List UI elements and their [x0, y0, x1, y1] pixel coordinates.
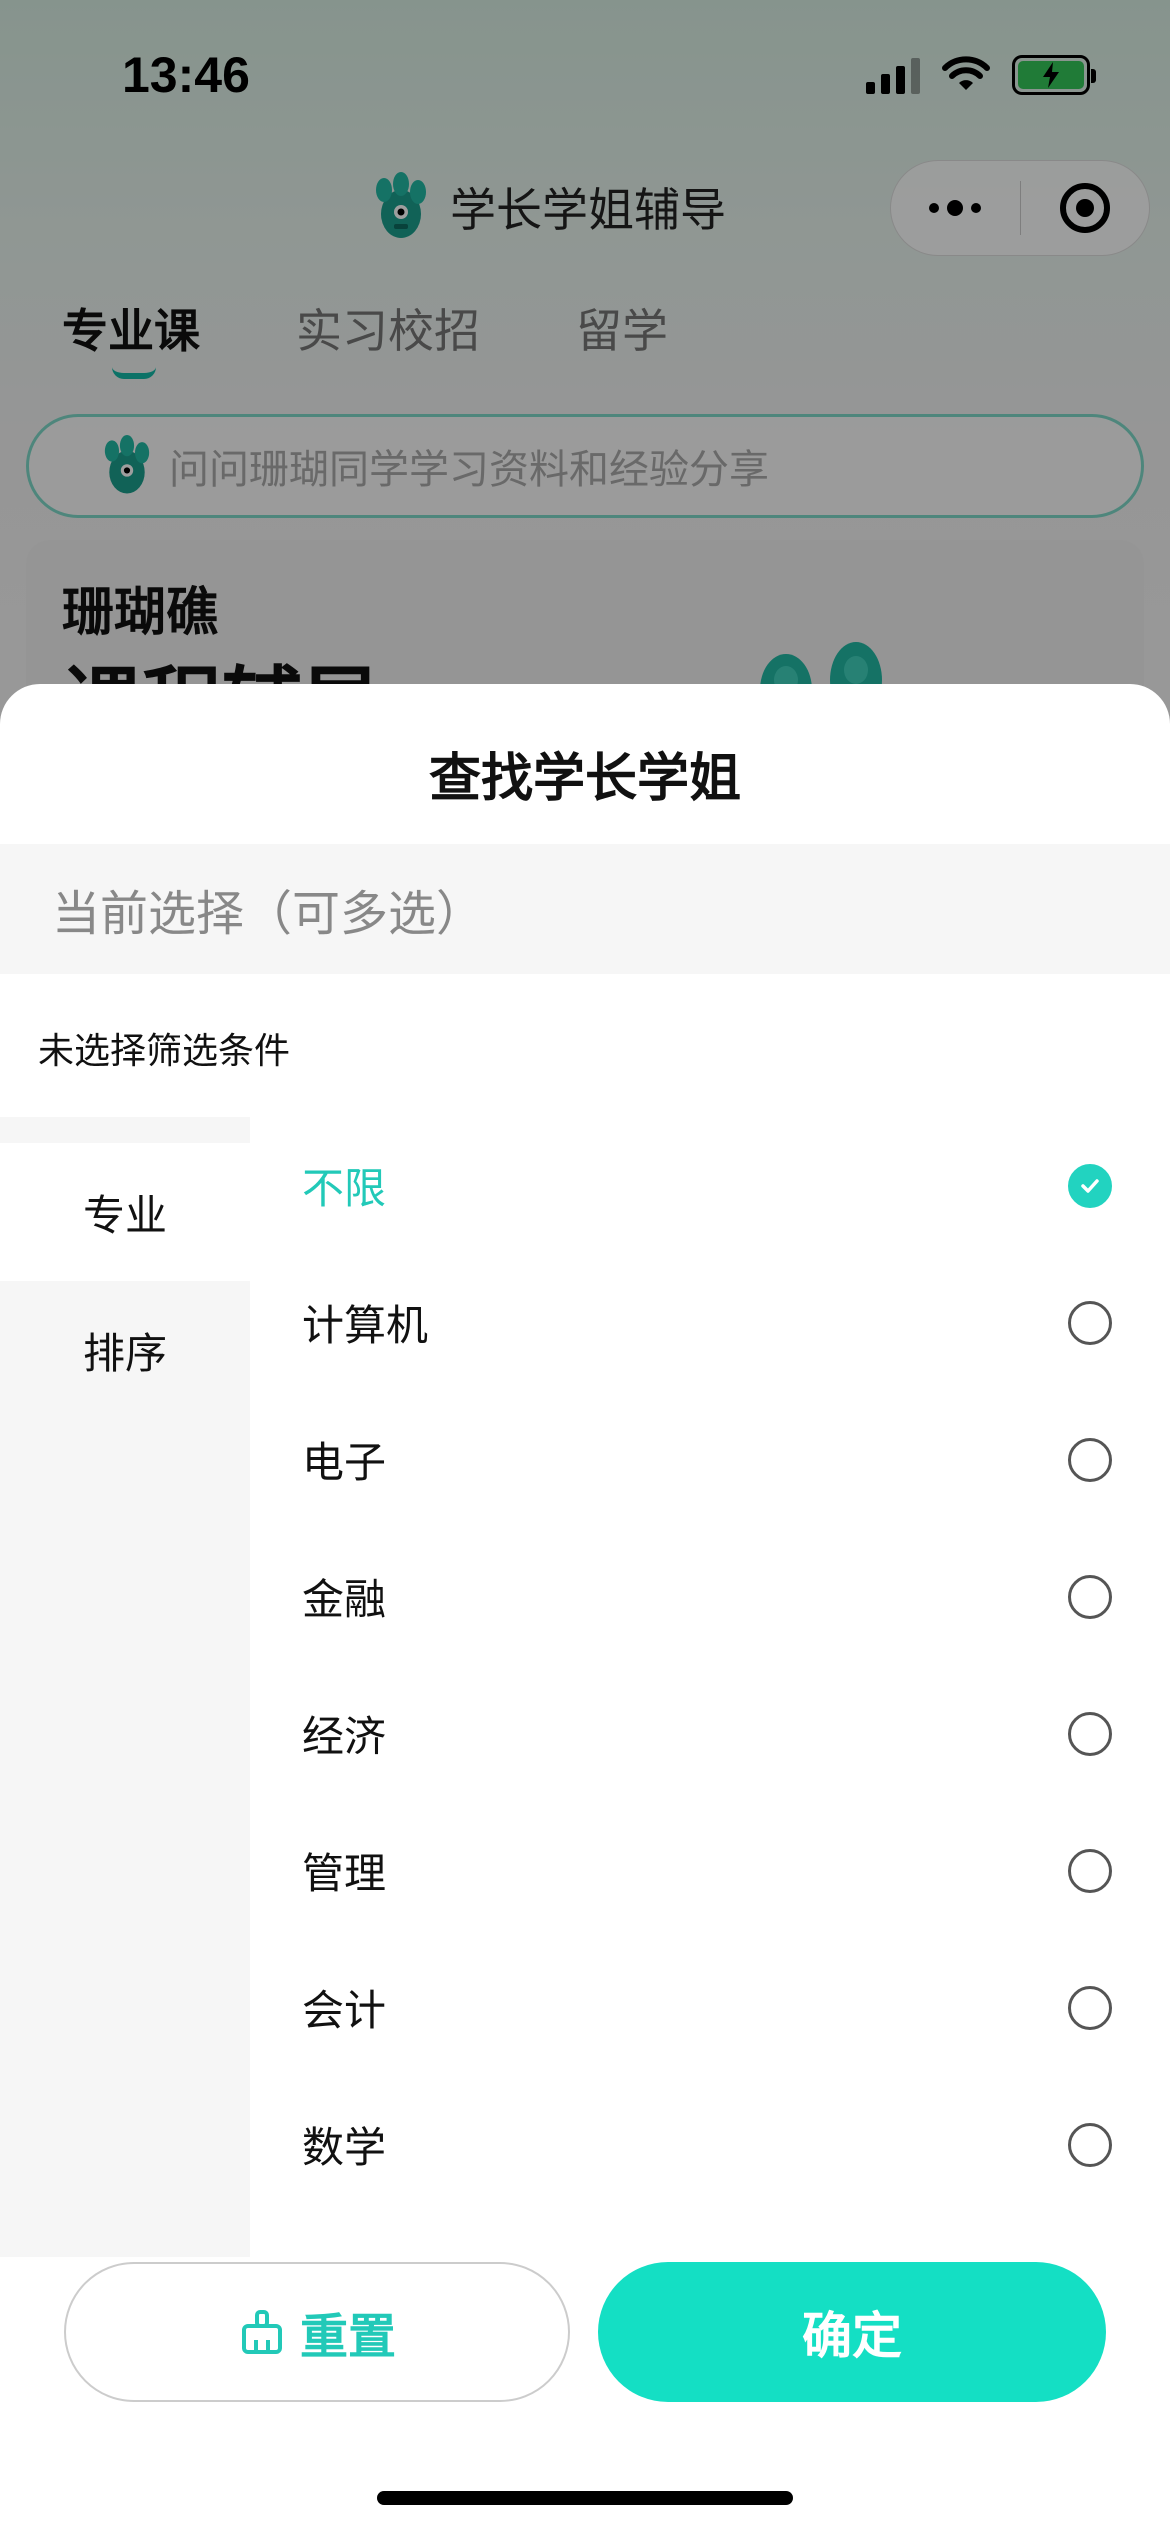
checkmark-icon[interactable] — [1068, 1163, 1112, 1208]
option-label: 经济 — [302, 1712, 387, 1761]
filter-side-nav: 专业 排序 — [0, 1117, 250, 2257]
option-item[interactable]: 不限 — [250, 1117, 1170, 1254]
radio-unchecked-icon[interactable] — [1068, 1711, 1112, 1756]
reset-button-label: 重置 — [299, 2309, 396, 2365]
option-label: 不限 — [302, 1164, 387, 1213]
option-item[interactable]: 电子 — [250, 1391, 1170, 1528]
radio-unchecked-icon[interactable] — [1068, 1437, 1112, 1482]
radio-unchecked-icon[interactable] — [1068, 1848, 1112, 1893]
modal-backdrop[interactable] — [0, 0, 1170, 760]
side-nav-item-sort[interactable]: 排序 — [0, 1281, 250, 1419]
home-indicator — [377, 2491, 793, 2505]
filter-bottom-sheet: 查找学长学姐 当前选择（可多选） 未选择筛选条件 专业 排序 不限 计算机 电子… — [0, 684, 1170, 2532]
option-label: 计算机 — [302, 1301, 429, 1350]
major-options-list: 不限 计算机 电子 金融 经济 管理 会计 数学 — [250, 1117, 1170, 2257]
option-item[interactable]: 数学 — [250, 2076, 1170, 2213]
current-selection-label: 当前选择（可多选） — [52, 886, 485, 942]
radio-unchecked-icon[interactable] — [1068, 2122, 1112, 2167]
radio-unchecked-icon[interactable] — [1068, 1574, 1112, 1619]
side-nav-label: 专业 — [82, 1190, 167, 1240]
option-label: 电子 — [302, 1438, 387, 1487]
broom-icon — [241, 2310, 282, 2354]
current-selection-bar: 当前选择（可多选） — [0, 844, 1170, 974]
option-item[interactable]: 会计 — [250, 1939, 1170, 2076]
radio-unchecked-icon[interactable] — [1068, 1300, 1112, 1345]
option-label: 管理 — [302, 1849, 387, 1898]
side-nav-label: 排序 — [82, 1328, 167, 1378]
sheet-title: 查找学长学姐 — [428, 749, 741, 809]
option-item[interactable]: 金融 — [250, 1528, 1170, 1665]
confirm-button-label: 确定 — [802, 2307, 902, 2365]
no-selection-text: 未选择筛选条件 — [38, 1031, 291, 1072]
option-label: 会计 — [302, 1986, 387, 2035]
option-item[interactable]: 计算机 — [250, 1254, 1170, 1391]
side-nav-item-major[interactable]: 专业 — [0, 1143, 250, 1281]
option-item[interactable]: 经济 — [250, 1665, 1170, 1802]
option-label: 金融 — [302, 1575, 387, 1624]
sheet-action-row: 重置 确定 — [0, 2262, 1170, 2422]
option-item[interactable]: 管理 — [250, 1802, 1170, 1939]
reset-button[interactable]: 重置 — [64, 2262, 570, 2402]
radio-unchecked-icon[interactable] — [1068, 1985, 1112, 2030]
confirm-button[interactable]: 确定 — [598, 2262, 1106, 2402]
option-label: 数学 — [302, 2123, 387, 2172]
